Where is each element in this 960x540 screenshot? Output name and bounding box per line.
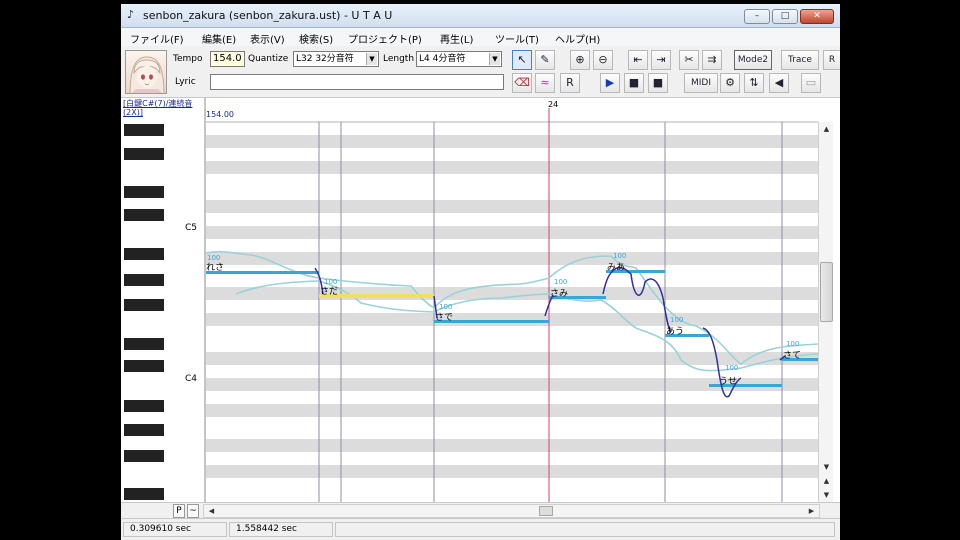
status-bar: 0.309610 sec 1.558442 sec	[121, 518, 840, 540]
zoom-out-icon[interactable]: ⊖	[593, 50, 613, 70]
octave-label-c5: C5	[185, 223, 198, 233]
menu-project[interactable]: プロジェクト(P)	[348, 31, 422, 46]
note-velocity: 100	[324, 278, 337, 286]
note-lyric: あう	[666, 326, 684, 337]
disabled-tool-icon: ▭	[801, 73, 821, 93]
p-button[interactable]: P	[173, 504, 185, 518]
note-velocity: 100	[554, 278, 567, 286]
close-button[interactable]: ✕	[800, 9, 834, 24]
note-lyric: さみ	[550, 288, 568, 299]
track-info-link[interactable]: [白鍵C#(7)/連続音(2X)]	[123, 99, 203, 117]
avatar-portrait-icon	[129, 56, 165, 93]
menu-tools[interactable]: ツール(T)	[495, 31, 539, 46]
menu-file[interactable]: ファイル(F)	[130, 31, 184, 46]
eraser-icon[interactable]: ⌫	[512, 73, 532, 93]
chevron-down-icon: ▼	[366, 53, 377, 65]
scroll-down-icon[interactable]: ▼	[820, 489, 833, 502]
menu-bar: ファイル(F) 編集(E) 表示(V) 検索(S) プロジェクト(P) 再生(L…	[121, 28, 840, 46]
pause-icon[interactable]: ■	[624, 73, 644, 93]
quantize-label: Quantize	[248, 54, 289, 64]
length-label: Length	[383, 54, 415, 64]
horizontal-scrollbar[interactable]: ◀ ▶	[203, 504, 820, 518]
status-right-time: 1.558442 sec	[229, 522, 333, 537]
cursor-icon[interactable]: ↖	[512, 50, 532, 70]
menu-help[interactable]: ヘルプ(H)	[555, 31, 600, 46]
note-velocity: 100	[439, 303, 452, 311]
quantize-select[interactable]: L32 32分音符 ▼	[293, 51, 379, 67]
chevron-down-icon: ▼	[489, 53, 500, 65]
note-velocity: 100	[786, 340, 799, 348]
bar-number: 24	[548, 100, 559, 109]
quantize-value: L32 32分音符	[296, 54, 354, 64]
horizontal-scroll-row: P ~ ◀ ▶	[121, 502, 840, 518]
note-lyric: さだ	[320, 286, 338, 297]
go-end-icon[interactable]: ⇥	[651, 50, 671, 70]
note-velocity: 100	[613, 252, 626, 260]
toolbar: Tempo 154.0 Quantize L32 32分音符 ▼ Length …	[121, 46, 840, 98]
status-left-time: 0.309610 sec	[123, 522, 227, 537]
gear-icon[interactable]: ⚙	[720, 73, 740, 93]
loop-icon[interactable]: ⇅	[744, 73, 764, 93]
pencil-icon[interactable]: ✎	[535, 50, 555, 70]
menu-edit[interactable]: 編集(E)	[202, 31, 236, 46]
note-lyric: れさ	[206, 262, 224, 273]
vibrato-icon[interactable]: ≈	[535, 73, 555, 93]
scroll-left-icon[interactable]: ◀	[205, 505, 218, 518]
horizontal-scroll-thumb[interactable]	[539, 506, 553, 516]
menu-play[interactable]: 再生(L)	[440, 31, 473, 46]
scroll-down-icon[interactable]: ▼	[820, 461, 833, 474]
go-start-icon[interactable]: ⇤	[628, 50, 648, 70]
menu-view[interactable]: 表示(V)	[250, 31, 285, 46]
trace-button[interactable]: Trace	[781, 50, 819, 70]
tempo-label: Tempo	[173, 54, 203, 64]
stop-icon[interactable]: ■	[648, 73, 668, 93]
window-title: senbon_zakura (senbon_zakura.ust) - U T …	[143, 9, 393, 22]
zoom-in-icon[interactable]: ⊕	[570, 50, 590, 70]
menu-search[interactable]: 検索(S)	[299, 31, 333, 46]
scroll-right-icon[interactable]: ▶	[805, 505, 818, 518]
piano-roll-grid[interactable]: れさ 100 さだ 100 さで 100 さみ 100 みあ 100 あう 10…	[121, 98, 818, 502]
utau-window: ♪ senbon_zakura (senbon_zakura.ust) - U …	[121, 4, 840, 540]
note-lyric: さで	[435, 312, 453, 323]
note-velocity: 100	[725, 364, 738, 372]
octave-label-c4: C4	[185, 374, 198, 384]
length-value: L4 4分音符	[419, 54, 466, 64]
status-empty	[335, 522, 835, 537]
scroll-up-icon[interactable]: ▲	[820, 475, 833, 488]
mode2-button[interactable]: Mode2	[734, 50, 772, 70]
tilde-button[interactable]: ~	[187, 504, 199, 518]
volume-icon[interactable]: ◀	[769, 73, 789, 93]
play-icon[interactable]: ▶	[600, 73, 620, 93]
midi-button[interactable]: MIDI	[684, 73, 718, 93]
vertical-scrollbar[interactable]: ▲ ▼ ▲ ▼	[818, 122, 833, 502]
voicebank-avatar[interactable]	[125, 50, 167, 94]
minimize-button[interactable]: –	[744, 9, 770, 24]
note-velocity: 100	[207, 254, 220, 262]
length-select[interactable]: L4 4分音符 ▼	[416, 51, 502, 67]
split-icon[interactable]: ✂	[679, 50, 699, 70]
tempo-marker: 154.00	[206, 110, 234, 119]
title-bar[interactable]: ♪ senbon_zakura (senbon_zakura.ust) - U …	[121, 4, 840, 28]
tempo-input[interactable]: 154.0	[210, 51, 245, 67]
rest-icon[interactable]: R	[560, 73, 580, 93]
piano-roll[interactable]: れさ 100 さだ 100 さで 100 さみ 100 みあ 100 あう 10…	[121, 98, 840, 502]
lyric-input[interactable]	[210, 74, 504, 90]
r-button[interactable]: R	[823, 50, 840, 70]
music-note-icon: ♪	[127, 8, 135, 21]
maximize-button[interactable]: □	[772, 9, 798, 24]
lyric-label: Lyric	[175, 77, 196, 87]
merge-icon[interactable]: ⇉	[702, 50, 722, 70]
scroll-up-icon[interactable]: ▲	[820, 123, 833, 136]
note-lyric: うせ	[719, 376, 737, 387]
note-lyric: みあ	[607, 262, 625, 273]
vertical-scroll-thumb[interactable]	[820, 262, 833, 322]
note-lyric: さて	[783, 350, 801, 361]
note-velocity: 100	[670, 316, 683, 324]
